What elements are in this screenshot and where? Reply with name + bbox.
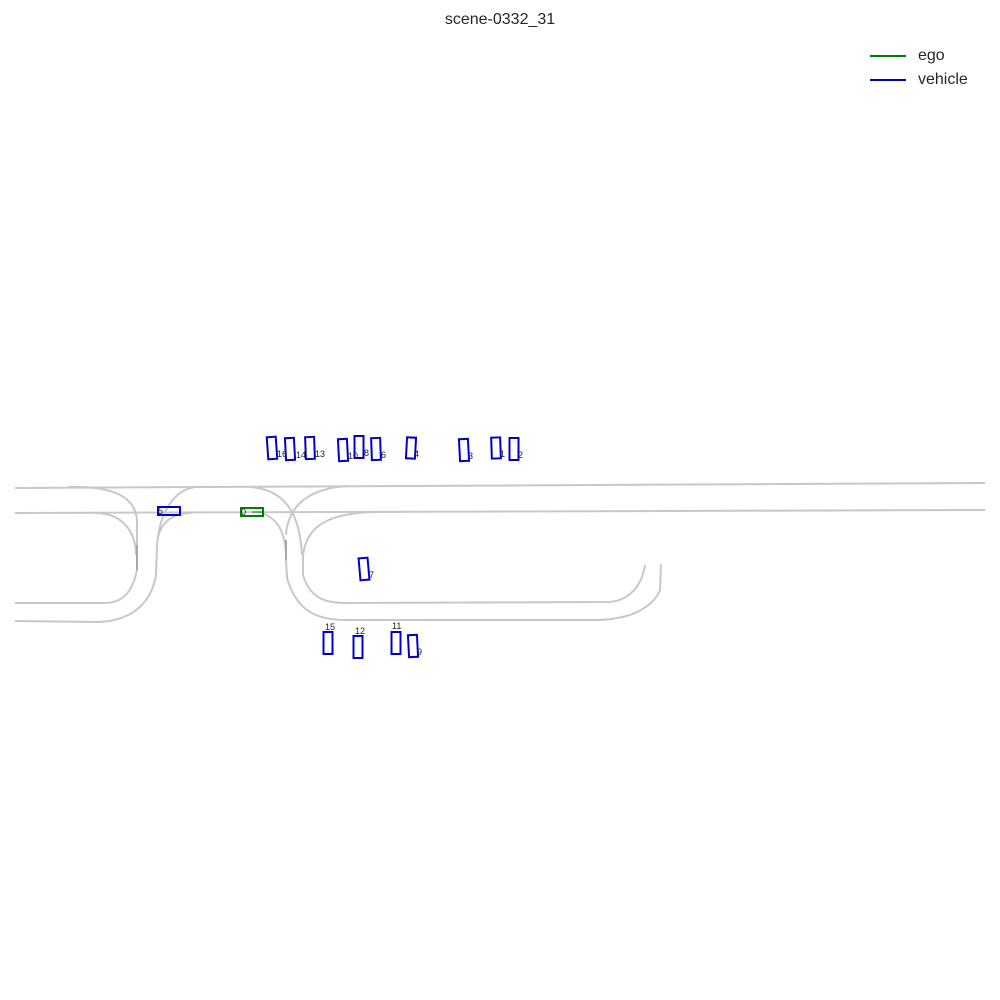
road-middle-arc-left xyxy=(249,486,303,556)
object-id-label: 12 xyxy=(355,626,365,636)
legend-line-ego xyxy=(870,55,906,57)
object-id-label: 9 xyxy=(417,647,422,657)
vehicle-box xyxy=(357,556,371,582)
road-middle-arc-inner xyxy=(261,512,287,561)
object-id-label: 10 xyxy=(348,451,358,461)
vehicle-bbox xyxy=(304,435,316,461)
legend-entry-ego: ego xyxy=(862,44,968,68)
vehicle-bbox xyxy=(370,436,382,462)
vehicle-bbox xyxy=(352,635,364,659)
vehicle-box xyxy=(352,635,364,659)
object-id-label: 13 xyxy=(315,449,325,459)
vehicle-box xyxy=(370,436,382,462)
vehicle-bbox xyxy=(336,437,350,463)
vehicle-box xyxy=(265,435,279,461)
vehicle-bbox xyxy=(322,631,334,655)
object-id-label: 6 xyxy=(381,450,386,460)
legend: ego vehicle xyxy=(862,44,968,92)
object-id-label: 8 xyxy=(364,448,369,458)
object-id-label: 14 xyxy=(296,450,306,460)
road-boundary-top xyxy=(14,482,986,489)
road-lower-loop-outer xyxy=(285,559,662,621)
object-id-label: 16 xyxy=(277,449,287,459)
road-left-loop-outer xyxy=(15,485,138,605)
legend-label-vehicle: vehicle xyxy=(918,71,968,88)
road-left-loop-inner xyxy=(94,512,137,556)
objects-layer: 01 2345678910111213141516 xyxy=(157,435,523,659)
object-id-label: 15 xyxy=(325,622,335,632)
object-id-label: 0 xyxy=(241,507,246,517)
vehicle-bbox xyxy=(265,435,279,461)
legend-entry-vehicle: vehicle xyxy=(862,68,968,92)
legend-label-ego: ego xyxy=(918,47,945,64)
vehicle-box xyxy=(304,435,316,461)
vehicle-box xyxy=(390,631,402,655)
road-lower-loop-inner xyxy=(302,556,646,605)
scene-map: 01 2345678910111213141516 xyxy=(14,435,986,659)
object-id-label: 4 xyxy=(414,449,419,459)
vehicle-bbox xyxy=(357,556,371,582)
vehicle-bbox xyxy=(390,631,402,655)
object-id-label: 3 xyxy=(468,451,473,461)
object-id-label: 2 xyxy=(518,450,523,460)
road-network xyxy=(14,482,986,624)
legend-line-vehicle xyxy=(870,79,906,81)
road-middle-arc-right-inner xyxy=(302,511,381,557)
vehicle-box xyxy=(322,631,334,655)
object-id-label: 5 xyxy=(158,506,163,516)
object-id-label: 11 xyxy=(392,621,401,631)
object-id-label: 1 xyxy=(500,449,505,459)
object-id-label: 7 xyxy=(369,570,374,580)
vehicle-box xyxy=(336,437,350,463)
